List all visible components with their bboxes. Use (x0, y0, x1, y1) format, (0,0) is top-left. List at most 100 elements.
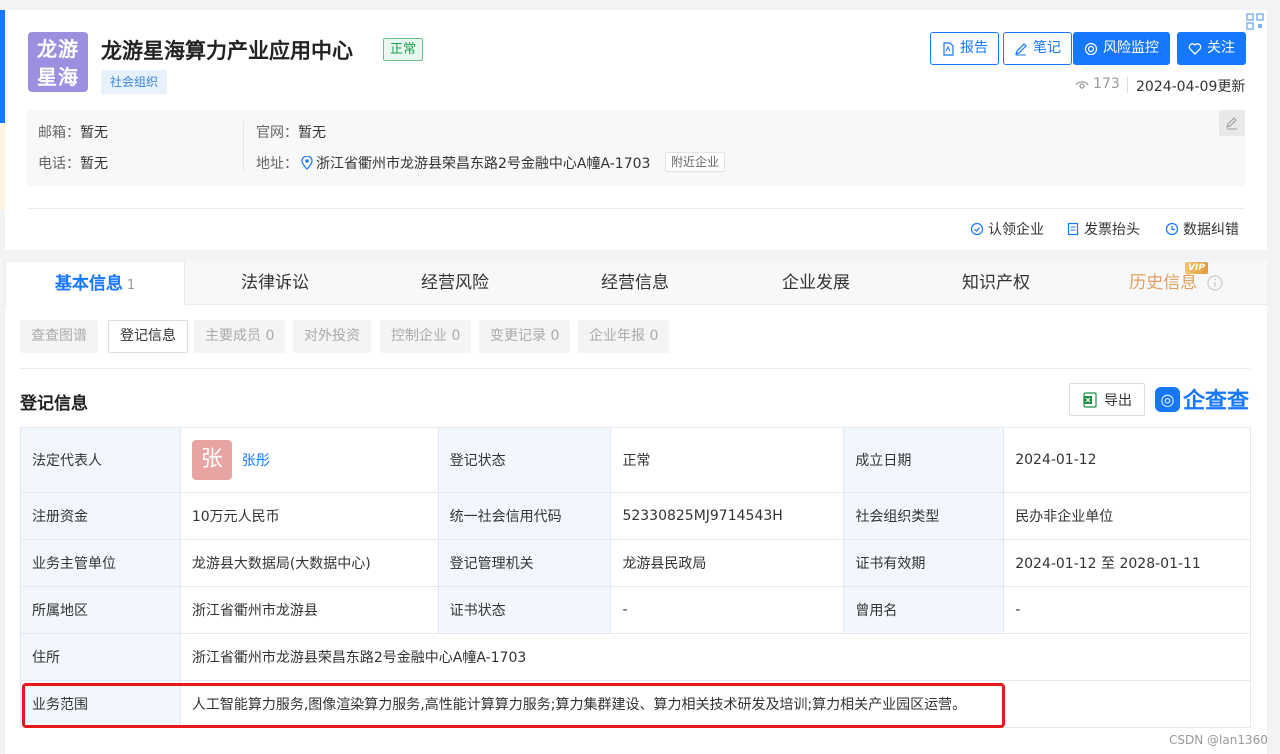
legal-rep-name[interactable]: 张彤 (242, 453, 270, 469)
contact-divider (243, 121, 244, 171)
data-correction-link[interactable]: 数据纠错 (1165, 219, 1239, 239)
subtab-controlled[interactable]: 控制企业 0 (380, 320, 472, 353)
subtab-members[interactable]: 主要成员 0 (194, 320, 286, 353)
section-divider (20, 368, 1250, 369)
heart-icon (1188, 42, 1202, 55)
tab-risk[interactable]: 经营风险 (365, 261, 545, 305)
phone-row: 电话：暂无 (38, 153, 108, 173)
location-pin-icon (301, 156, 313, 170)
legal-rep-label: 法定代表人 (20, 427, 181, 493)
claim-company-link[interactable]: 认领企业 (970, 219, 1044, 239)
export-button-label: 导出 (1104, 392, 1132, 409)
subtab-registration[interactable]: 登记信息 (108, 320, 188, 353)
tab-basic-info-label: 基本信息 (54, 274, 123, 294)
tab-history-label: 历史信息 (1129, 273, 1198, 293)
divider (1127, 77, 1128, 93)
org-type-value: 民办非企业单位 (1003, 492, 1251, 540)
table-row: 业务主管单位 龙游县大数据局(大数据中心) 登记管理机关 龙游县民政局 证书有效… (20, 539, 1251, 587)
address-value[interactable]: 浙江省衢州市龙游县荣昌东路2号金融中心A幢A-1703 (316, 153, 650, 173)
header-divider (27, 208, 1245, 209)
avatar[interactable]: 张 (191, 440, 232, 480)
former-name-label: 曾用名 (843, 586, 1005, 634)
residence-label: 住所 (20, 633, 181, 681)
qichacha-mark-icon: ◎ (1155, 386, 1180, 412)
tab-development[interactable]: 企业发展 (726, 261, 906, 305)
org-type-label: 社会组织类型 (843, 492, 1005, 540)
qichacha-brand: 企查查 (1183, 389, 1250, 414)
claim-company-label: 认领企业 (988, 222, 1044, 238)
email-row: 邮箱：暂无 (38, 122, 108, 142)
company-name: 龙游星海算力产业应用中心 (101, 39, 353, 63)
subtab-graph[interactable]: 查查图谱 (20, 320, 98, 353)
invoice-header-label: 发票抬头 (1084, 222, 1140, 238)
phone-value: 暂无 (80, 156, 108, 172)
tab-ip[interactable]: 知识产权 (906, 261, 1086, 305)
website-row: 官网：暂无 (256, 122, 326, 142)
org-type-tag: 社会组织 (101, 70, 168, 94)
follow-button[interactable]: 关注 (1177, 32, 1246, 65)
left-accent-bar-light (0, 123, 5, 210)
view-count-value: 173 (1093, 76, 1120, 92)
updated-date: 2024-04-09更新 (1136, 79, 1246, 95)
address-label: 地址： (256, 156, 298, 172)
tab-basic-info[interactable]: 基本信息 1 (5, 261, 185, 306)
region-label: 所属地区 (20, 586, 181, 634)
capital-value: 10万元人民币 (179, 492, 439, 540)
eye-icon (1075, 81, 1089, 89)
reg-status-value: 正常 (610, 427, 845, 493)
watermark: CSDN @lan1360 (1169, 733, 1268, 747)
invoice-icon (1067, 222, 1079, 236)
pencil-icon (1226, 117, 1237, 130)
cert-status-label: 证书状态 (437, 586, 612, 634)
tab-legal[interactable]: 法律诉讼 (185, 261, 365, 305)
excel-icon (1083, 391, 1097, 408)
legal-rep-cell: 张张彤 (179, 427, 439, 493)
cert-valid-value: 2024-01-12 至 2028-01-11 (1003, 539, 1251, 587)
found-date-label: 成立日期 (843, 427, 1005, 493)
follow-button-label: 关注 (1207, 40, 1235, 56)
data-correction-label: 数据纠错 (1183, 222, 1239, 238)
address-row: 地址： 浙江省衢州市龙游县荣昌东路2号金融中心A幢A-1703 (256, 153, 650, 173)
left-accent-bar (0, 10, 5, 123)
section-title: 登记信息 (20, 394, 88, 414)
subtab-changes[interactable]: 变更记录 0 (479, 320, 571, 353)
capital-label: 注册资金 (20, 492, 181, 540)
pdf-doc-icon (943, 41, 954, 56)
contact-box (27, 110, 1245, 186)
table-row: 所属地区 浙江省衢州市龙游县 证书状态 - 曾用名 - (20, 586, 1251, 634)
former-name-value: - (1003, 586, 1251, 634)
clock-refresh-icon (1165, 222, 1179, 236)
tab-history[interactable]: 历史信息 (1086, 261, 1266, 305)
tab-operations[interactable]: 经营信息 (545, 261, 725, 305)
risk-monitor-button-label: 风险监控 (1103, 40, 1159, 56)
table-row: 注册资金 10万元人民币 统一社会信用代码 52330825MJ9714543H… (20, 492, 1251, 540)
subtab-investments[interactable]: 对外投资 (293, 320, 371, 353)
notes-button-label: 笔记 (1033, 40, 1061, 56)
notes-button[interactable]: 笔记 (1003, 32, 1072, 65)
pencil-icon (1015, 42, 1027, 55)
risk-monitor-button[interactable]: 风险监控 (1073, 32, 1170, 65)
vip-badge: VIP (1185, 262, 1208, 274)
nearby-companies-tag[interactable]: 附近企业 (665, 152, 726, 172)
invoice-header-link[interactable]: 发票抬头 (1066, 219, 1140, 239)
region-value: 浙江省衢州市龙游县 (179, 586, 439, 634)
authority-value: 龙游县大数据局(大数据中心) (179, 539, 439, 587)
radar-icon (1084, 42, 1098, 55)
export-button[interactable]: 导出 (1069, 383, 1145, 416)
cert-status-value: - (610, 586, 845, 634)
report-button-label: 报告 (960, 40, 988, 56)
subtab-annual-reports[interactable]: 企业年报 0 (578, 320, 670, 353)
phone-label: 电话： (38, 156, 80, 172)
info-icon (1207, 275, 1223, 291)
report-button[interactable]: 报告 (930, 32, 999, 65)
registrar-label: 登记管理机关 (437, 539, 612, 587)
website-label: 官网： (256, 125, 298, 141)
tab-basic-info-count: 1 (126, 278, 136, 293)
view-count: 173 (1075, 76, 1120, 92)
credit-code-value: 52330825MJ9714543H (610, 492, 845, 540)
credit-code-label: 统一社会信用代码 (437, 492, 612, 540)
edit-button[interactable] (1219, 110, 1245, 136)
qr-code-icon[interactable] (1245, 12, 1265, 30)
table-row: 法定代表人 张张彤 登记状态 正常 成立日期 2024-01-12 (20, 427, 1251, 493)
reg-status-label: 登记状态 (437, 427, 612, 493)
